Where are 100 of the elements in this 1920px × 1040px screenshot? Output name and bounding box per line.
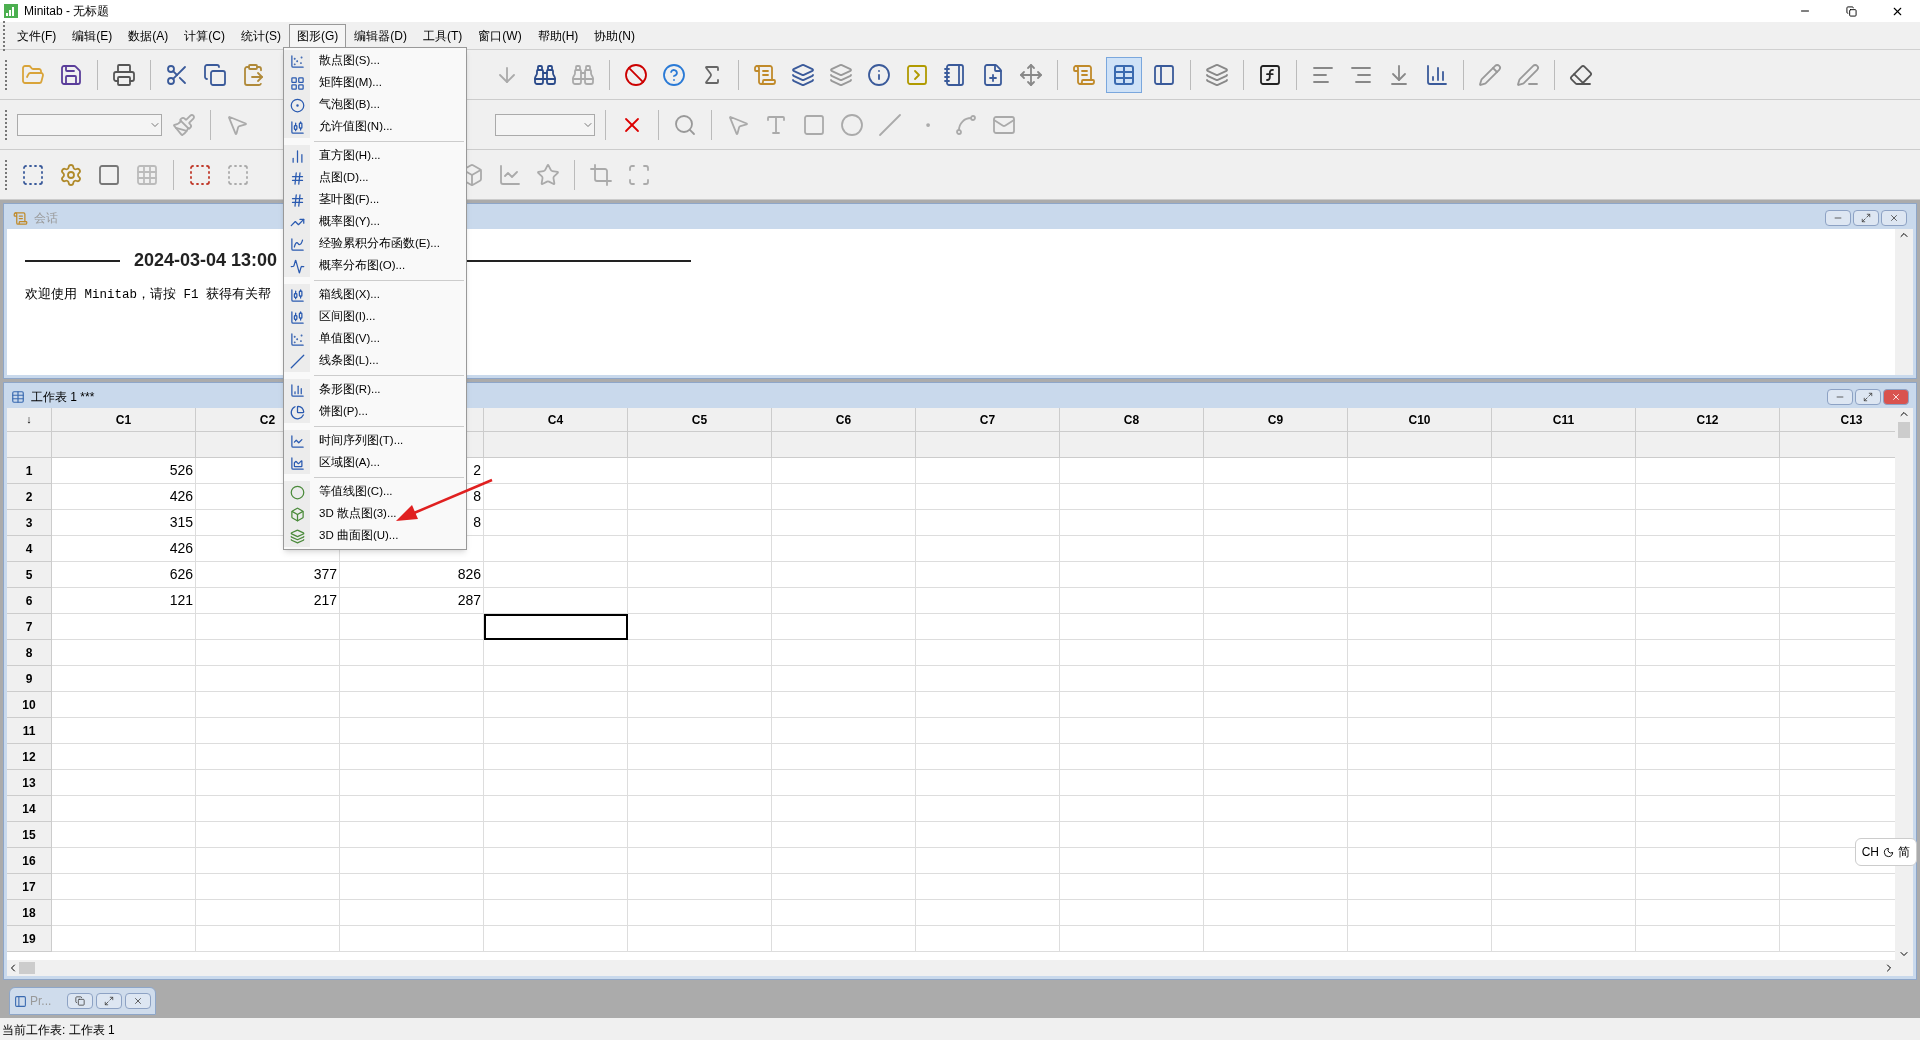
polyline-icon[interactable]: [954, 112, 978, 137]
frame-icon[interactable]: [97, 162, 121, 187]
maximize-button[interactable]: [1855, 389, 1881, 405]
star-icon[interactable]: [536, 162, 560, 187]
move-icon[interactable]: [1019, 62, 1043, 87]
menu-item[interactable]: 窗口(W): [470, 23, 530, 48]
dropdown-field[interactable]: [495, 113, 595, 136]
rectangle-icon[interactable]: [802, 112, 826, 137]
line-chart-icon[interactable]: [498, 162, 522, 187]
menu-option[interactable]: 经验累积分布函数(E)...: [284, 233, 466, 255]
menu-option[interactable]: 箱线图(X)...: [284, 284, 466, 306]
info-icon[interactable]: [867, 62, 891, 87]
row-header[interactable]: 13: [7, 770, 52, 796]
row-header[interactable]: 10: [7, 692, 52, 718]
dropdown-field[interactable]: [17, 113, 162, 136]
menu-option[interactable]: 直方图(H)...: [284, 145, 466, 167]
vertical-scrollbar[interactable]: [1895, 408, 1913, 960]
row-header[interactable]: 3: [7, 510, 52, 536]
scan-icon[interactable]: [627, 162, 651, 187]
scroll-icon[interactable]: [1072, 62, 1096, 87]
grid-icon[interactable]: [135, 162, 159, 187]
row-header[interactable]: 16: [7, 848, 52, 874]
close-button[interactable]: [1881, 210, 1907, 226]
column-name-cell[interactable]: [1348, 432, 1492, 458]
clipboard-icon[interactable]: [241, 62, 265, 87]
row-header[interactable]: 5: [7, 562, 52, 588]
minimize-button[interactable]: [1825, 210, 1851, 226]
restore-button[interactable]: [67, 993, 93, 1009]
copy-icon[interactable]: [203, 62, 227, 87]
scissors-icon[interactable]: [165, 62, 189, 87]
menu-option[interactable]: 单值图(V)...: [284, 328, 466, 350]
column-name-cell[interactable]: [484, 432, 628, 458]
column-header[interactable]: C13: [1780, 408, 1895, 432]
corner-header[interactable]: ↓: [7, 408, 52, 432]
menu-option[interactable]: 允许值图(N)...: [284, 116, 466, 138]
row-header[interactable]: 8: [7, 640, 52, 666]
frame-icon[interactable]: [188, 162, 212, 187]
menu-item[interactable]: 计算(C): [176, 23, 233, 48]
column-name-cell[interactable]: [772, 432, 916, 458]
maximize-button[interactable]: [1853, 210, 1879, 226]
horizontal-scrollbar[interactable]: [7, 960, 1913, 976]
menu-item[interactable]: 帮助(H): [529, 23, 587, 48]
menu-item[interactable]: 数据(A): [120, 23, 177, 48]
scrollbar-thumb[interactable]: [1898, 422, 1910, 438]
column-name-cell[interactable]: [628, 432, 772, 458]
row-header[interactable]: 1: [7, 458, 52, 484]
pencil-icon[interactable]: [1478, 62, 1502, 87]
column-header[interactable]: C4: [484, 408, 628, 432]
menu-option[interactable]: 矩阵图(M)...: [284, 72, 466, 94]
column-header[interactable]: C6: [772, 408, 916, 432]
close-button[interactable]: [125, 993, 151, 1009]
column-header[interactable]: C12: [1636, 408, 1780, 432]
notebook-icon[interactable]: [943, 62, 967, 87]
vertical-scrollbar[interactable]: [1895, 229, 1913, 375]
row-header[interactable]: 7: [7, 614, 52, 640]
menu-item[interactable]: 编辑器(D): [346, 23, 415, 48]
menu-option[interactable]: 线条图(L)...: [284, 350, 466, 372]
new-file-icon[interactable]: [981, 62, 1005, 87]
panel-icon[interactable]: [1152, 62, 1176, 87]
line-icon[interactable]: [878, 112, 902, 137]
frame-icon[interactable]: [21, 162, 45, 187]
maximize-button[interactable]: [96, 993, 122, 1009]
menu-item[interactable]: 编辑(E): [64, 23, 121, 48]
scroll-icon[interactable]: [753, 62, 777, 87]
crop-icon[interactable]: [589, 162, 613, 187]
menu-item[interactable]: 协助(N): [586, 23, 643, 48]
menu-option[interactable]: 散点图(S)...: [284, 50, 466, 72]
column-header[interactable]: C1: [52, 408, 196, 432]
table-button[interactable]: [1106, 56, 1142, 93]
gear-icon[interactable]: [59, 162, 83, 187]
menu-item[interactable]: 统计(S): [233, 23, 289, 48]
column-name-cell[interactable]: [52, 432, 196, 458]
function-icon[interactable]: [1258, 62, 1282, 87]
stop-icon[interactable]: [624, 62, 648, 87]
row-header[interactable]: 14: [7, 796, 52, 822]
eraser-icon[interactable]: [1569, 62, 1593, 87]
column-header[interactable]: C7: [916, 408, 1060, 432]
minimize-button[interactable]: [1827, 389, 1853, 405]
row-header[interactable]: 19: [7, 926, 52, 952]
scrollbar-thumb[interactable]: [19, 962, 35, 974]
prompt-icon[interactable]: [905, 62, 929, 87]
printer-icon[interactable]: [112, 62, 136, 87]
row-header[interactable]: 17: [7, 874, 52, 900]
menu-item[interactable]: 图形(G): [289, 23, 347, 48]
column-name-cell[interactable]: [1204, 432, 1348, 458]
paintbrush-icon[interactable]: [172, 112, 196, 137]
help-icon[interactable]: [662, 62, 686, 87]
row-header[interactable]: 12: [7, 744, 52, 770]
row-header[interactable]: 6: [7, 588, 52, 614]
menu-option[interactable]: 条形图(R)...: [284, 379, 466, 401]
bar-chart-icon[interactable]: [1425, 62, 1449, 87]
open-folder-icon[interactable]: [21, 62, 45, 87]
menu-option[interactable]: 概率图(Y)...: [284, 211, 466, 233]
row-header[interactable]: 4: [7, 536, 52, 562]
menu-option[interactable]: 区间图(I)...: [284, 306, 466, 328]
column-name-cell[interactable]: [1636, 432, 1780, 458]
column-name-cell[interactable]: [1060, 432, 1204, 458]
menu-item[interactable]: 工具(T): [415, 23, 471, 48]
pen-icon[interactable]: [1516, 62, 1540, 87]
column-header[interactable]: C10: [1348, 408, 1492, 432]
